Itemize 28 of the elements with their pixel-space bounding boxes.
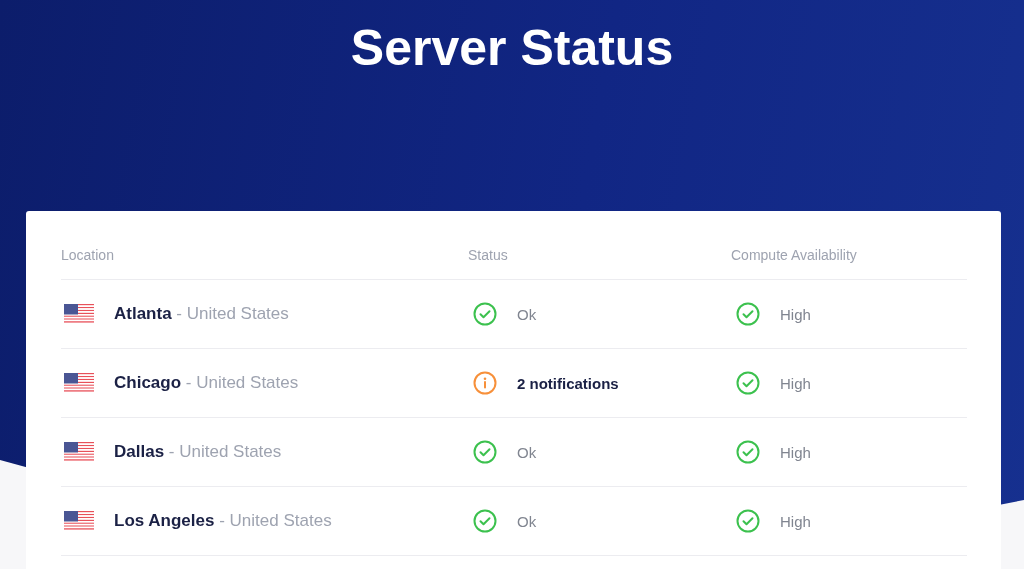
page-title: Server Status (350, 19, 674, 78)
status-text: Ok (517, 305, 537, 323)
check-circle-icon (736, 509, 760, 533)
check-circle-icon (736, 371, 760, 395)
status-text: High (780, 443, 811, 461)
check-circle-icon (736, 302, 760, 326)
flag-icon (64, 511, 94, 531)
status-text: High (780, 305, 811, 323)
info-icon (473, 371, 497, 395)
location-text: Chicago - United States (114, 373, 299, 393)
column-header: Status (468, 247, 509, 263)
location-text: Atlanta - United States (114, 304, 289, 324)
flag-icon (64, 373, 94, 393)
column-header: Location (61, 247, 115, 263)
status-text: High (780, 374, 811, 392)
location-text: Los Angeles - United States (114, 511, 332, 531)
flag-icon (64, 442, 94, 462)
check-circle-icon (473, 509, 497, 533)
status-text: 2 notifications (517, 374, 619, 392)
column-header: Compute Availability (731, 247, 858, 263)
status-text: Ok (517, 512, 537, 530)
check-circle-icon (736, 440, 760, 464)
status-text: Ok (517, 443, 537, 461)
flag-icon (64, 304, 94, 324)
location-text: Dallas - United States (114, 442, 282, 462)
check-circle-icon (473, 302, 497, 326)
status-text: High (780, 512, 811, 530)
check-circle-icon (473, 440, 497, 464)
